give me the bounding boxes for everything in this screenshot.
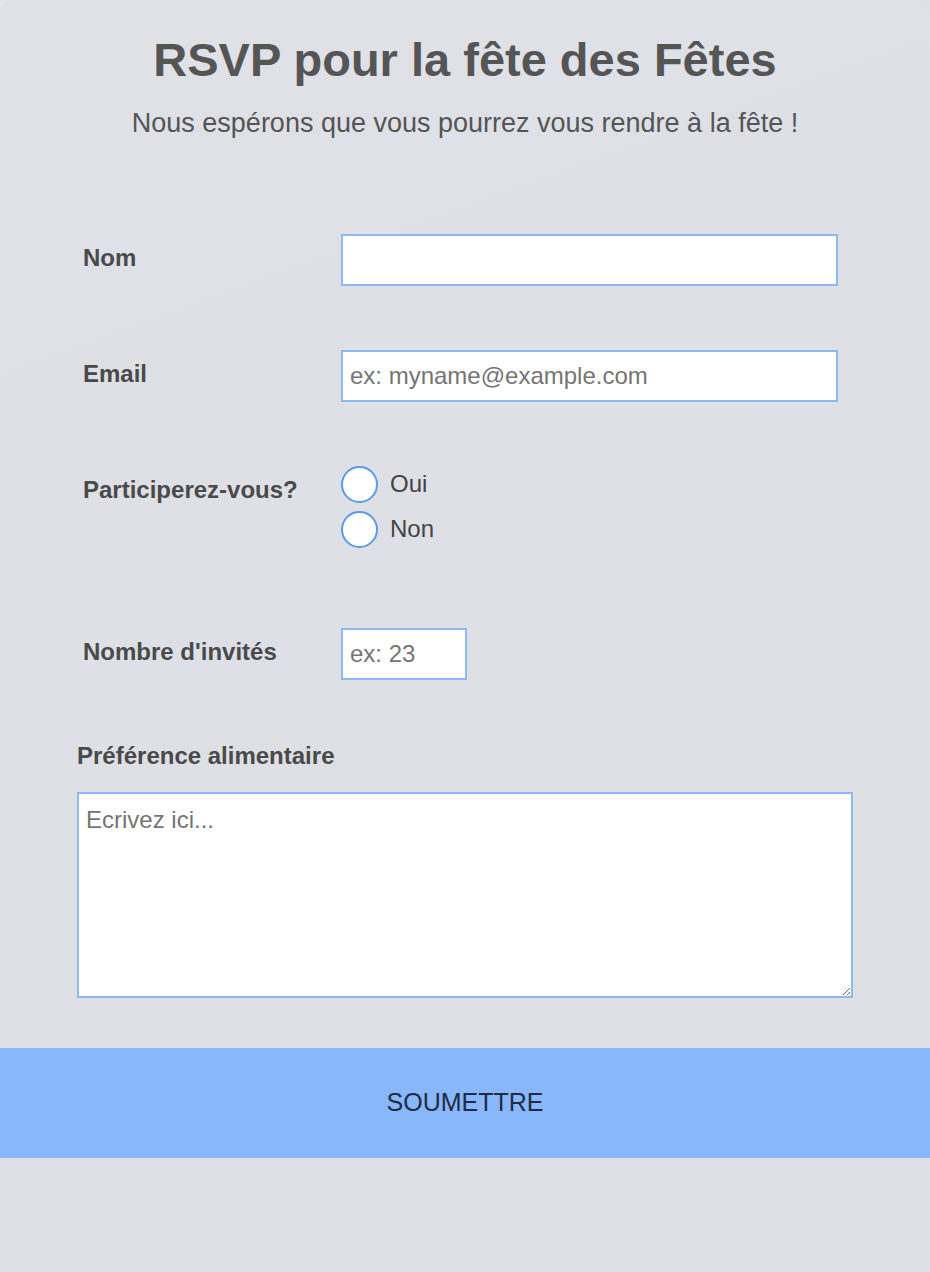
preference-input[interactable] [77, 792, 853, 998]
radio-button[interactable] [341, 466, 378, 503]
email-input[interactable] [341, 350, 838, 402]
number-input[interactable] [341, 628, 467, 680]
form-row: Nom [83, 234, 838, 286]
form-row: Participerez-vous? Oui Non [83, 466, 838, 548]
preference-field: Préférence alimentaire [0, 738, 930, 998]
page-title: RSVP pour la fête des Fêtes [0, 0, 930, 88]
text-input[interactable] [341, 234, 838, 286]
form-row: Nombre d'invités [83, 628, 838, 680]
field-label: Email [83, 350, 341, 389]
rsvp-form: Nom Email Participerez-vous? Oui Non Nombre d… [0, 234, 930, 680]
radio-option[interactable]: Non [341, 511, 434, 548]
field-label: Nom [83, 234, 341, 273]
submit-button[interactable]: SOUMETTRE [0, 1048, 930, 1158]
field-label: Participerez-vous? [83, 466, 341, 505]
option-label: Oui [390, 466, 427, 502]
option-label: Non [390, 511, 434, 547]
field-label: Nombre d'invités [83, 628, 341, 667]
field-label: Préférence alimentaire [77, 738, 853, 774]
form-row: Email [83, 350, 838, 402]
subtitle: Nous espérons que vous pourrez vous rend… [75, 100, 855, 147]
radio-option[interactable]: Oui [341, 466, 434, 503]
radio-button[interactable] [341, 511, 378, 548]
rsvp-card: RSVP pour la fête des Fêtes Nous espérons… [0, 0, 930, 1272]
attendance-options: Oui Non [341, 466, 434, 548]
